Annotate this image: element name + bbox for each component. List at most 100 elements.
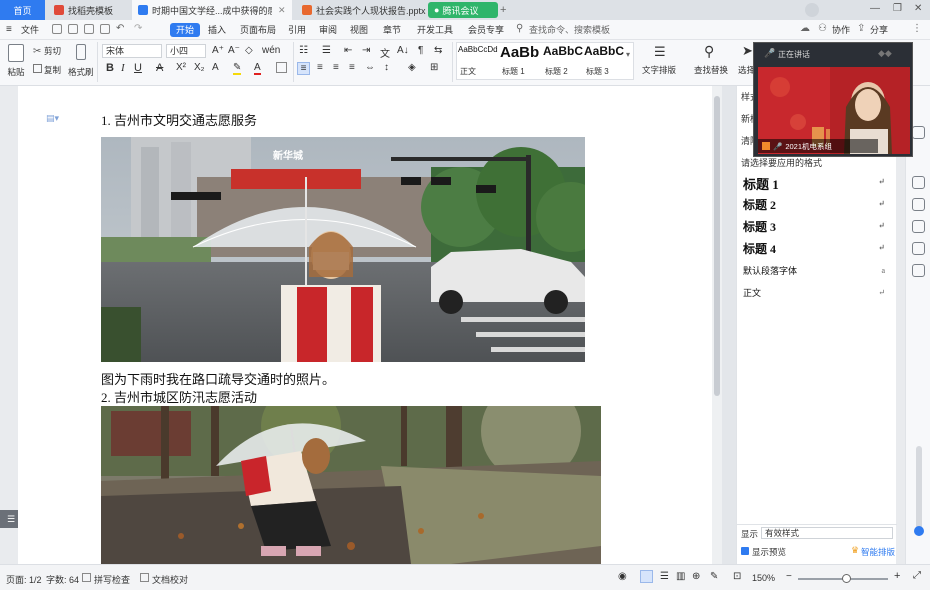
tab-home[interactable]: 首页	[0, 0, 45, 20]
style-item-h4[interactable]: 标题 4 ↵	[743, 240, 891, 257]
show-marks-icon[interactable]: ¶	[418, 45, 423, 56]
cut-icon[interactable]: ✂	[33, 46, 41, 57]
print-icon[interactable]	[84, 24, 94, 34]
zoom-out-icon[interactable]: −	[786, 571, 792, 582]
redo-icon[interactable]: ↷	[134, 23, 142, 34]
shading-icon[interactable]: ◈	[408, 62, 416, 73]
help-tool-icon[interactable]	[912, 220, 925, 233]
zoom-in-icon[interactable]: +	[894, 570, 900, 582]
spell-check-button[interactable]: 拼写检查	[94, 573, 130, 586]
meeting-video-window[interactable]: 🎤 正在讲话 ◆◆ 🎤 2021机电系组	[753, 42, 913, 157]
share-tool-icon[interactable]	[912, 242, 925, 255]
copy-button[interactable]: 复制	[44, 64, 61, 76]
restore-icon[interactable]: ❐	[893, 3, 902, 14]
heading-2[interactable]: 2. 吉州市城区防汛志愿活动	[101, 387, 257, 406]
menu-view[interactable]: 视图	[347, 23, 371, 37]
web-view-icon[interactable]: ⊕	[692, 571, 700, 582]
search-icon[interactable]: ⚲	[516, 23, 523, 34]
menu-review[interactable]: 审阅	[316, 23, 340, 37]
tab-pptx[interactable]: 社会实践个人现状报告.pptx	[296, 0, 426, 20]
style-heading3[interactable]: AaBbC 标题 3	[584, 44, 624, 78]
hamburger-icon[interactable]: ≡	[6, 24, 12, 35]
photo-caption[interactable]: 图为下雨时我在路口疏导交通时的照片。	[101, 369, 335, 388]
side-scroll-handle[interactable]	[914, 526, 924, 536]
align-center-icon[interactable]: ≡	[317, 62, 323, 73]
style-normal[interactable]: AaBbCcDd 正文	[458, 44, 498, 78]
paste-icon[interactable]	[8, 44, 24, 62]
style-tool-icon[interactable]	[912, 126, 925, 139]
grow-font-icon[interactable]: A⁺	[212, 45, 224, 56]
find-icon[interactable]: ⚲	[704, 43, 714, 60]
justify-icon[interactable]: ≡	[349, 62, 355, 73]
align-left-icon[interactable]: ≡	[297, 62, 310, 75]
outline-view-icon[interactable]: ☰	[660, 571, 669, 582]
document-scrollbar[interactable]	[712, 86, 722, 564]
zoom-slider-handle[interactable]	[842, 574, 851, 583]
find-replace-button[interactable]: 查找替换	[694, 64, 728, 76]
smart-layout-button[interactable]: 智能排版	[861, 546, 895, 558]
collab-button[interactable]: 协作	[829, 23, 853, 37]
menu-page-layout[interactable]: 页面布局	[237, 23, 279, 37]
menu-reference[interactable]: 引用	[285, 23, 309, 37]
tab-template[interactable]: 找稻壳模板	[48, 0, 130, 20]
bold-icon[interactable]: B	[106, 62, 114, 74]
style-item-h1[interactable]: 标题 1 ↵	[743, 174, 891, 193]
underline-icon[interactable]: U	[134, 62, 142, 74]
zoom-level[interactable]: 150%	[752, 573, 775, 583]
phonetic-icon[interactable]: wén	[262, 45, 280, 56]
format-painter-button[interactable]: 格式刷	[68, 66, 94, 78]
undo-icon[interactable]: ↶	[116, 23, 124, 34]
save-icon[interactable]	[52, 24, 62, 34]
superscript-icon[interactable]: X²	[176, 62, 186, 73]
distribute-icon[interactable]: ⇔	[365, 62, 375, 73]
text-layout-icon[interactable]: ☰	[654, 44, 666, 60]
more-icon[interactable]: ⋮	[912, 23, 922, 34]
select-tool-icon[interactable]	[912, 176, 925, 189]
highlight-icon[interactable]: ✎	[233, 62, 242, 75]
location-tool-icon[interactable]	[912, 264, 925, 277]
paragraph-handle-icon[interactable]: ▤▾	[46, 113, 59, 124]
cut-button[interactable]: 剪切	[44, 45, 61, 57]
close-icon[interactable]: ✕	[278, 5, 286, 16]
shrink-font-icon[interactable]: A⁻	[228, 45, 240, 56]
property-tool-icon[interactable]	[912, 198, 925, 211]
style-heading2[interactable]: AaBbC 标题 2	[543, 44, 583, 78]
show-select[interactable]: 有效样式	[761, 527, 893, 539]
decrease-indent-icon[interactable]: ⇤	[344, 45, 352, 56]
pen-icon[interactable]: ✎	[710, 571, 718, 582]
borders-icon[interactable]: ⊞	[430, 62, 438, 73]
preview-icon[interactable]	[100, 24, 110, 34]
cloud-icon[interactable]: ☁	[800, 23, 810, 34]
align-right-icon[interactable]: ≡	[333, 62, 339, 73]
menu-developer[interactable]: 开发工具	[414, 23, 456, 37]
line-spacing-icon[interactable]: ↕	[384, 62, 389, 73]
subscript-icon[interactable]: X₂	[194, 62, 205, 73]
menu-member[interactable]: 会员专享	[465, 23, 507, 37]
font-color-icon[interactable]: A	[254, 62, 261, 75]
clear-format-icon[interactable]: ◇	[245, 45, 253, 56]
style-item-h2[interactable]: 标题 2 ↵	[743, 196, 891, 213]
copy-icon[interactable]	[33, 64, 42, 73]
doc-check-button[interactable]: 文档校对	[152, 573, 188, 586]
select-cursor-icon[interactable]: ➤	[742, 43, 753, 59]
document-page[interactable]: ▤▾ 1. 吉州市文明交通志愿服务 新华城 图为下雨时我在路口疏导交通时的照片。…	[18, 86, 712, 564]
paste-button[interactable]: 粘贴	[4, 66, 28, 78]
menu-insert[interactable]: 插入	[205, 23, 229, 37]
menu-home[interactable]: 开始	[170, 23, 201, 37]
chinese-layout-icon[interactable]: 文	[380, 45, 390, 60]
font-size-select[interactable]: 小四	[166, 44, 206, 58]
scrollbar-thumb[interactable]	[714, 96, 720, 396]
eye-protect-icon[interactable]: ◉	[618, 571, 627, 582]
heading-1[interactable]: 1. 吉州市文明交通志愿服务	[101, 110, 257, 129]
text-effect-icon[interactable]: A	[212, 62, 219, 73]
numbered-list-icon[interactable]: ☰	[322, 45, 331, 56]
page-indicator[interactable]: 页面: 1/2	[6, 573, 42, 586]
style-gallery-more-icon[interactable]: ▾	[626, 50, 630, 59]
menu-file[interactable]: 文件	[18, 23, 42, 37]
new-tab-icon[interactable]: +	[500, 4, 506, 16]
preview-checkbox[interactable]	[741, 547, 749, 555]
style-item-h3[interactable]: 标题 3 ↵	[743, 218, 891, 235]
format-painter-icon[interactable]	[76, 44, 86, 60]
read-view-icon[interactable]: ▥	[676, 571, 685, 582]
minimize-icon[interactable]: —	[870, 3, 880, 14]
